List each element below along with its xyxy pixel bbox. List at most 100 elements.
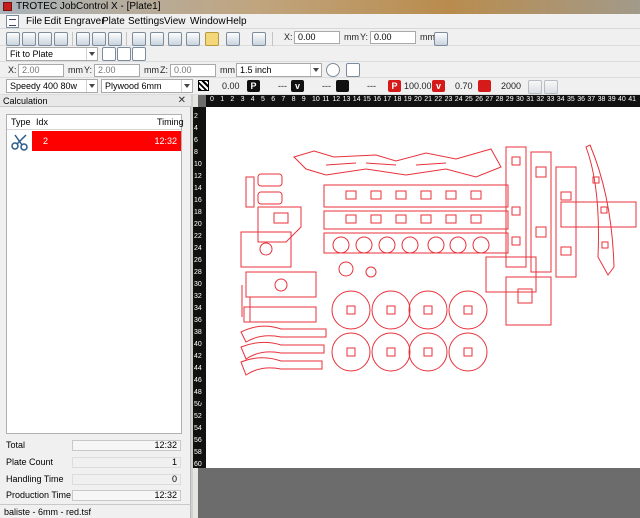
fill-value: 0.00	[222, 81, 240, 91]
window-title: TROTEC JobControl X - [Plate1]	[16, 1, 161, 12]
ruler-tick-label: 15	[363, 96, 371, 103]
menu-view[interactable]: View	[164, 16, 186, 27]
power-value: 100.00	[404, 81, 432, 91]
position-y-field[interactable]: 0.00	[370, 31, 416, 44]
zoom-out-icon[interactable]	[132, 47, 146, 61]
ruler-tick-label: 36	[577, 96, 585, 103]
menu-settings[interactable]: Settings	[128, 16, 164, 27]
left-ruler: 2 4 6 8 10 12 14 16 18 20 22 24 26 28 30 32 34 36 38 40 42 44…	[193, 107, 206, 468]
total-label: Total	[6, 440, 26, 450]
menu-plate[interactable]: Plate	[102, 16, 125, 27]
table-row[interactable]: 2 12:32	[32, 131, 181, 151]
menu-edit[interactable]: Edit	[44, 16, 61, 27]
position-x-field[interactable]: 0.00	[294, 31, 340, 44]
ruler-tick-label: 28	[495, 96, 504, 103]
column-type[interactable]: Type	[11, 117, 31, 127]
pointer-icon[interactable]	[346, 63, 360, 77]
ruler-tick-label: 19	[403, 96, 412, 103]
column-idx[interactable]: Idx	[36, 117, 48, 127]
group-icon[interactable]	[168, 32, 182, 46]
ruler-tick-label: 42	[194, 353, 202, 360]
column-timing[interactable]: Timing	[157, 117, 184, 127]
zoom-in-icon[interactable]	[117, 47, 131, 61]
close-icon[interactable]: ✕	[178, 95, 186, 106]
ungroup-icon[interactable]	[186, 32, 200, 46]
paste-icon[interactable]	[108, 32, 122, 46]
ruler-tick-label: 4	[194, 125, 198, 132]
offset-x-field[interactable]: 2.00	[18, 64, 64, 77]
ruler-tick-label: 33	[546, 96, 555, 103]
power-badge: P	[388, 80, 401, 92]
ruler-tick-label: 7	[281, 96, 286, 103]
status-filename: baliste - 6mm - red.tsf	[4, 507, 92, 517]
chevron-down-icon	[310, 64, 321, 76]
ruler-tick-label: 35	[567, 96, 575, 103]
velocity-badge-process: v	[291, 80, 304, 92]
autofocus-icon[interactable]	[326, 63, 340, 77]
offset-x-label: X:	[8, 65, 17, 75]
ruler-tick-label: 56	[194, 437, 202, 444]
ruler-tick-label: 34	[194, 305, 202, 312]
material-select[interactable]: Plywood 6mm	[101, 79, 193, 93]
laser-icon[interactable]	[252, 32, 266, 46]
ruler-tick-label: 12	[194, 173, 202, 180]
ruler-tick-label: 32	[194, 293, 202, 300]
ruler-tick-label: 8	[291, 96, 296, 103]
offset-z-field[interactable]: 0.00	[170, 64, 216, 77]
menu-window[interactable]: Window	[190, 16, 226, 27]
ruler-tick-label: 20	[194, 221, 202, 228]
save-all-icon[interactable]	[54, 32, 68, 46]
hatch-icon[interactable]	[198, 80, 209, 91]
panel-title: Calculation	[3, 96, 48, 106]
offset-toolbar: X: 2.00 mm Y: 2.00 mm Z: 0.00 mm 1.5 inc…	[0, 62, 640, 78]
menu-bar: File Edit Engraver Plate Settings View W…	[0, 14, 640, 29]
properties-icon[interactable]	[132, 32, 146, 46]
panel-header: Calculation ✕	[0, 95, 191, 107]
zoom-icon[interactable]	[102, 47, 116, 61]
ruler-tick-label: 25	[465, 96, 473, 103]
nest-icon[interactable]	[150, 32, 164, 46]
engraver-select[interactable]: Speedy 400 80w	[6, 79, 98, 93]
workspace-bottom	[206, 468, 640, 518]
preview-icon[interactable]	[205, 32, 219, 46]
offset-y-field[interactable]: 2.00	[94, 64, 140, 77]
power-badge-process: P	[247, 80, 260, 92]
menu-help[interactable]: Help	[226, 16, 247, 27]
plate-canvas[interactable]	[206, 107, 640, 468]
ruler-tick-label: 2	[194, 113, 198, 120]
title-bar: TROTEC JobControl X - [Plate1]	[0, 0, 640, 14]
position-x-label: X:	[284, 32, 293, 42]
total-value: 12:32	[72, 440, 181, 451]
menu-engraver[interactable]: Engraver	[64, 16, 105, 27]
save-icon[interactable]	[38, 32, 52, 46]
velocity-value: 0.70	[455, 81, 473, 91]
ruler-tick-label: 30	[516, 96, 524, 103]
origin-marker-icon	[200, 397, 206, 403]
undo-icon[interactable]	[528, 80, 542, 94]
chevron-down-icon	[181, 80, 192, 92]
new-icon[interactable]	[6, 32, 20, 46]
handling-time-label: Handling Time	[6, 474, 64, 484]
ruler-tick-label: 34	[556, 96, 565, 103]
ruler-tick-label: 18	[393, 96, 402, 103]
document-icon[interactable]	[6, 15, 19, 28]
ruler-tick-label: 41	[628, 96, 636, 103]
divider	[0, 504, 191, 505]
copy-icon[interactable]	[92, 32, 106, 46]
lens-select[interactable]: 1.5 inch	[236, 63, 322, 77]
ruler-tick-label: 39	[607, 96, 616, 103]
chevron-down-icon	[86, 48, 97, 60]
save-material-icon[interactable]	[544, 80, 558, 94]
zoom-mode-select[interactable]: Fit to Plate	[6, 47, 98, 61]
ruler-tick-label: 6	[271, 96, 276, 103]
anchor-icon[interactable]	[434, 32, 448, 46]
process-power-value: ---	[278, 81, 287, 91]
velocity-badge: v	[432, 80, 445, 92]
ruler-tick-label: 20	[414, 96, 422, 103]
open-icon[interactable]	[22, 32, 36, 46]
cut-icon[interactable]	[76, 32, 90, 46]
separator	[126, 32, 127, 46]
ruler-tick-label: 40	[618, 96, 626, 103]
menu-file[interactable]: File	[26, 16, 42, 27]
settings-gear-icon[interactable]	[226, 32, 240, 46]
